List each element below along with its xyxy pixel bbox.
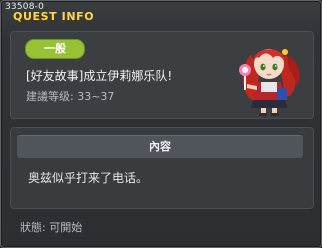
quest-category-tag: 一般 <box>25 39 85 59</box>
recommended-level: 建議等级: 33~37 <box>26 90 114 104</box>
title-bar[interactable]: 33508-0 QUEST INFO <box>1 1 321 25</box>
quest-info-window: 33508-0 QUEST INFO 一般 [好友故事]成立伊莉娜乐队! 建議等… <box>0 0 322 248</box>
content-section-header: 內容 <box>17 135 303 158</box>
quest-status: 狀態: 可開始 <box>20 221 82 235</box>
status-label: 狀態: <box>20 221 46 234</box>
quest-description: 奥兹似乎打来了电话。 <box>28 171 149 185</box>
level-label: 建議等级: <box>26 90 74 103</box>
window-title: QUEST INFO <box>13 10 95 23</box>
red-haired-girl-npc-icon <box>239 49 300 116</box>
level-range: 33~37 <box>77 90 115 103</box>
quest-name: [好友故事]成立伊莉娜乐队! <box>26 69 173 83</box>
status-value: 可開始 <box>49 221 83 234</box>
